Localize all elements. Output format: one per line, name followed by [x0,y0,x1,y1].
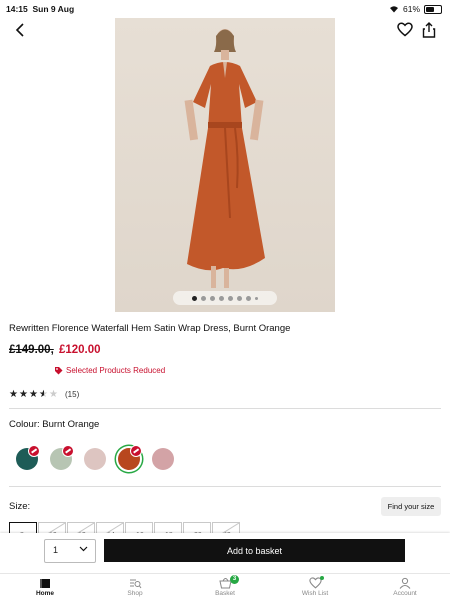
star-icon: ★ ★ [39,389,48,400]
add-to-basket-bar: 1 Add to basket [0,533,450,573]
wishlist-heart-icon[interactable] [397,22,413,42]
star-icon: ★ ★ [9,389,18,400]
gallery-pagination[interactable] [173,291,277,305]
tab-bar: Home Shop 3 Basket Wish List Account [0,573,450,601]
chevron-down-icon [79,546,88,552]
burnt-orange-swatch[interactable] [118,445,142,470]
review-count: (15) [65,390,80,399]
basket-count-badge: 3 [230,575,239,584]
gallery-dot[interactable] [192,295,197,301]
battery-fill [426,6,434,12]
quantity-select[interactable]: 1 [44,539,96,563]
was-price: £149.00, [9,344,54,356]
dress-model-image [184,29,265,288]
sale-badge-icon [130,445,142,457]
battery-icon [424,4,442,14]
status-time: 14:15 Sun 9 Aug [6,4,75,14]
sale-badge-icon [28,445,40,457]
find-your-size-button[interactable]: Find your size [381,497,441,516]
divider [9,408,441,409]
share-icon[interactable] [422,22,436,43]
rose-swatch[interactable] [152,448,174,470]
tab-home[interactable]: Home [0,576,90,597]
tab-account[interactable]: Account [360,576,450,597]
wifi-icon [389,6,398,13]
quantity-value: 1 [53,545,59,555]
add-to-basket-button[interactable]: Add to basket [104,539,405,562]
blush-swatch[interactable] [84,448,106,470]
tab-wish-list[interactable]: Wish List [270,576,360,597]
product-image[interactable] [115,18,335,312]
rating-stars: ★ ★ ★ ★ ★ ★ ★ ★ ★ [9,389,59,400]
gallery-dot[interactable] [219,295,224,301]
price-row: £149.00, £120.00 [9,344,101,356]
teal-swatch[interactable] [16,445,40,470]
status-right: 61% [389,4,442,14]
star-icon: ★ ★ [29,389,38,400]
star-icon: ★ ★ [19,389,28,400]
sale-badge-icon [62,445,74,457]
tab-shop[interactable]: Shop [90,576,180,597]
size-label: Size: [9,501,31,512]
gallery-dot[interactable] [246,295,251,301]
divider [9,486,441,487]
colour-label: Colour: Burnt Orange [9,419,100,430]
product-title: Rewritten Florence Waterfall Hem Satin W… [9,323,291,334]
sage-swatch[interactable] [50,445,74,470]
gallery-dot[interactable] [228,295,233,301]
rating[interactable]: ★ ★ ★ ★ ★ ★ ★ ★ ★ (15) [9,389,79,400]
gallery-dot[interactable] [237,295,242,301]
account-icon [399,577,411,589]
tab-basket[interactable]: 3 Basket [180,575,270,597]
sale-tag-icon [55,367,63,375]
gallery-dot[interactable] [201,295,206,301]
gallery-dot[interactable] [255,296,258,300]
now-price: £120.00 [58,344,101,356]
star-icon: ★ [49,389,58,400]
status-bar: 14:15 Sun 9 Aug 61% [0,0,450,18]
shop-search-icon [129,579,141,588]
wishlist-indicator [320,576,324,580]
home-icon [40,578,50,588]
battery-percent: 61% [402,4,420,14]
back-icon[interactable] [14,22,26,43]
promo-link[interactable]: Selected Products Reduced [66,366,165,375]
gallery-dot[interactable] [210,295,215,301]
